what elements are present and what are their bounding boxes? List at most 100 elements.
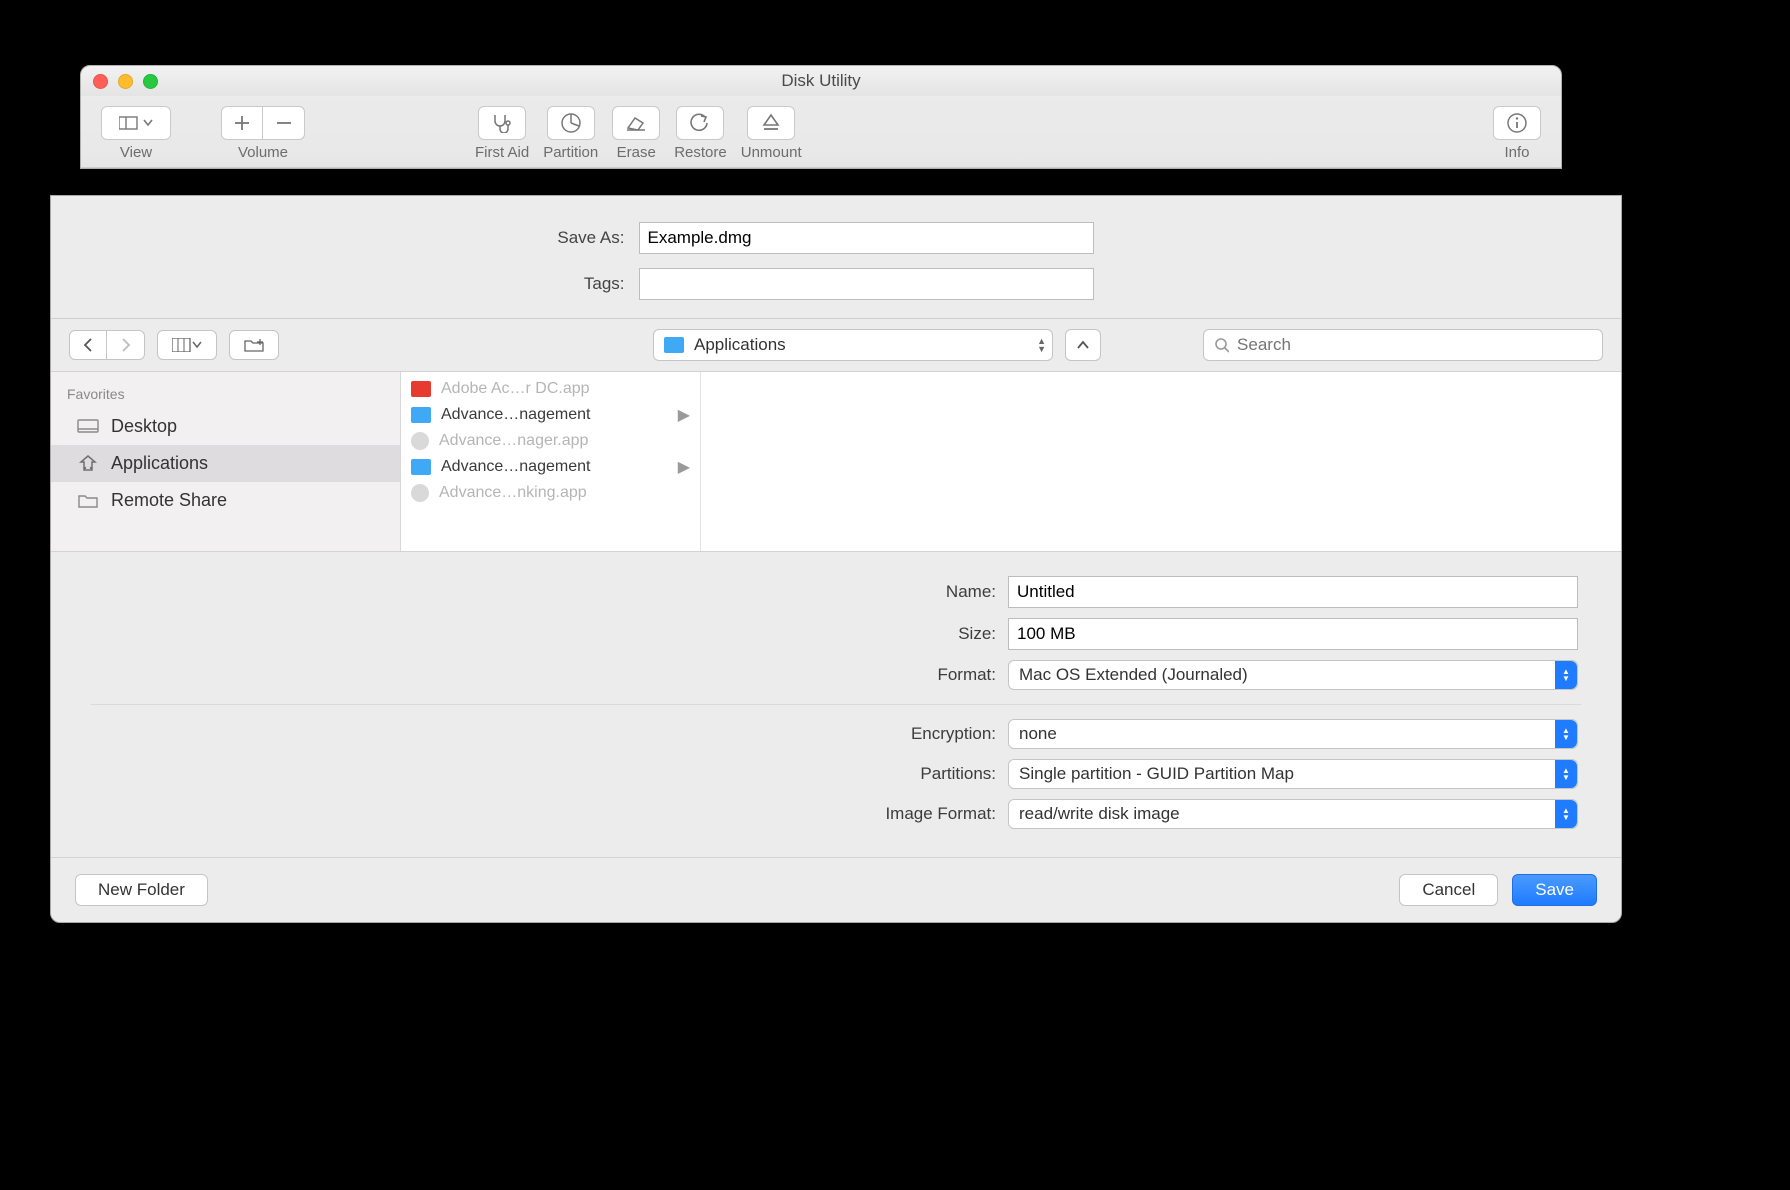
view-label: View: [120, 144, 152, 161]
name-input[interactable]: [1008, 576, 1578, 608]
sidebar-item-label: Applications: [111, 453, 208, 474]
stepper-icon: ▲▼: [1555, 800, 1577, 828]
applications-icon: [77, 454, 99, 474]
save-as-label: Save As:: [145, 228, 625, 248]
save-as-input[interactable]: [639, 222, 1094, 254]
toolbar-actions: First Aid Partition Erase Restore Unmoun…: [475, 106, 802, 161]
volume-add-button[interactable]: [221, 106, 263, 140]
partitions-label: Partitions:: [91, 764, 996, 784]
columns-icon: [172, 338, 202, 352]
list-item[interactable]: Advance…nagement ▶: [401, 402, 700, 428]
forward-button[interactable]: [107, 330, 145, 360]
encryption-label: Encryption:: [91, 724, 996, 744]
file-column-empty: [701, 372, 1621, 551]
app-icon: [411, 484, 429, 502]
volume-remove-button[interactable]: [263, 106, 305, 140]
sidebar-item-applications[interactable]: Applications: [51, 445, 400, 482]
folder-icon: [411, 459, 431, 475]
chevron-right-icon: [121, 338, 131, 352]
window-title: Disk Utility: [81, 71, 1561, 91]
stepper-icon: ▲▼: [1555, 661, 1577, 689]
partitions-value: Single partition - GUID Partition Map: [1019, 764, 1294, 784]
titlebar: Disk Utility: [81, 66, 1561, 96]
list-item-label: Advance…nager.app: [439, 432, 588, 450]
tags-input[interactable]: [639, 268, 1094, 300]
partition-button[interactable]: [547, 106, 595, 140]
restore-button[interactable]: [676, 106, 724, 140]
list-item[interactable]: Advance…nager.app: [401, 428, 700, 454]
info-icon: [1506, 112, 1528, 134]
chevron-left-icon: [83, 338, 93, 352]
location-label: Applications: [694, 335, 786, 355]
disk-utility-window: Disk Utility View Volume: [80, 65, 1562, 169]
erase-label: Erase: [617, 144, 656, 161]
chevron-right-icon: ▶: [678, 457, 690, 477]
save-sheet: Save As: Tags: Applications: [50, 195, 1622, 923]
collapse-button[interactable]: [1065, 329, 1101, 361]
nav-buttons: [69, 330, 145, 360]
view-mode-button[interactable]: [157, 330, 217, 360]
search-input[interactable]: [1237, 335, 1592, 355]
encryption-value: none: [1019, 724, 1057, 744]
sheet-footer: New Folder Cancel Save: [51, 857, 1621, 922]
eject-icon: [762, 113, 780, 133]
browser-toolbar: Applications ▲▼: [51, 319, 1621, 372]
restore-icon: [689, 113, 711, 133]
pdf-icon: [411, 381, 431, 397]
size-label: Size:: [91, 624, 996, 644]
size-input[interactable]: [1008, 618, 1578, 650]
stepper-icon: ▲▼: [1037, 337, 1046, 353]
save-button[interactable]: Save: [1512, 874, 1597, 906]
list-item[interactable]: Advance…nking.app: [401, 480, 700, 506]
pie-icon: [560, 112, 582, 134]
group-button[interactable]: [229, 330, 279, 360]
search-box[interactable]: [1203, 329, 1603, 361]
encryption-popup[interactable]: none ▲▼: [1008, 719, 1578, 749]
sidebar-item-desktop[interactable]: Desktop: [51, 408, 400, 445]
info-label: Info: [1504, 144, 1529, 161]
erase-button[interactable]: [612, 106, 660, 140]
file-browser: Favorites Desktop Applications Remote Sh…: [51, 372, 1621, 552]
folder-plus-icon: [243, 337, 265, 353]
format-popup[interactable]: Mac OS Extended (Journaled) ▲▼: [1008, 660, 1578, 690]
erase-icon: [625, 113, 647, 133]
sheet-top: Save As: Tags:: [51, 196, 1621, 319]
first-aid-button[interactable]: [478, 106, 526, 140]
new-folder-button[interactable]: New Folder: [75, 874, 208, 906]
desktop-icon: [77, 419, 99, 435]
list-item-label: Adobe Ac…r DC.app: [441, 380, 590, 398]
first-aid-label: First Aid: [475, 144, 529, 161]
cancel-button[interactable]: Cancel: [1399, 874, 1498, 906]
location-popup[interactable]: Applications ▲▼: [653, 329, 1053, 361]
partitions-popup[interactable]: Single partition - GUID Partition Map ▲▼: [1008, 759, 1578, 789]
image-options: Name: Size: Format: Mac OS Extended (Jou…: [51, 552, 1621, 857]
info-button[interactable]: [1493, 106, 1541, 140]
stepper-icon: ▲▼: [1555, 760, 1577, 788]
back-button[interactable]: [69, 330, 107, 360]
list-item-label: Advance…nagement: [441, 406, 590, 424]
sidebar-header: Favorites: [51, 382, 400, 408]
sidebar-item-label: Desktop: [111, 416, 177, 437]
chevron-right-icon: ▶: [678, 405, 690, 425]
unmount-label: Unmount: [741, 144, 802, 161]
divider: [91, 704, 1581, 705]
sidebar-item-remote-share[interactable]: Remote Share: [51, 482, 400, 519]
stethoscope-icon: [491, 113, 513, 133]
app-icon: [411, 432, 429, 450]
sidebar: Favorites Desktop Applications Remote Sh…: [51, 372, 401, 551]
list-item[interactable]: Adobe Ac…r DC.app: [401, 376, 700, 402]
list-item-label: Advance…nagement: [441, 458, 590, 476]
list-item[interactable]: Advance…nagement ▶: [401, 454, 700, 480]
name-label: Name:: [91, 582, 996, 602]
folder-icon: [77, 493, 99, 509]
image-format-label: Image Format:: [91, 804, 996, 824]
toolbar-view-group: View: [101, 106, 171, 161]
image-format-popup[interactable]: read/write disk image ▲▼: [1008, 799, 1578, 829]
unmount-button[interactable]: [747, 106, 795, 140]
chevron-up-icon: [1076, 340, 1090, 350]
view-button[interactable]: [101, 106, 171, 140]
list-item-label: Advance…nking.app: [439, 484, 587, 502]
volume-label: Volume: [238, 144, 288, 161]
partition-label: Partition: [543, 144, 598, 161]
folder-icon: [411, 407, 431, 423]
